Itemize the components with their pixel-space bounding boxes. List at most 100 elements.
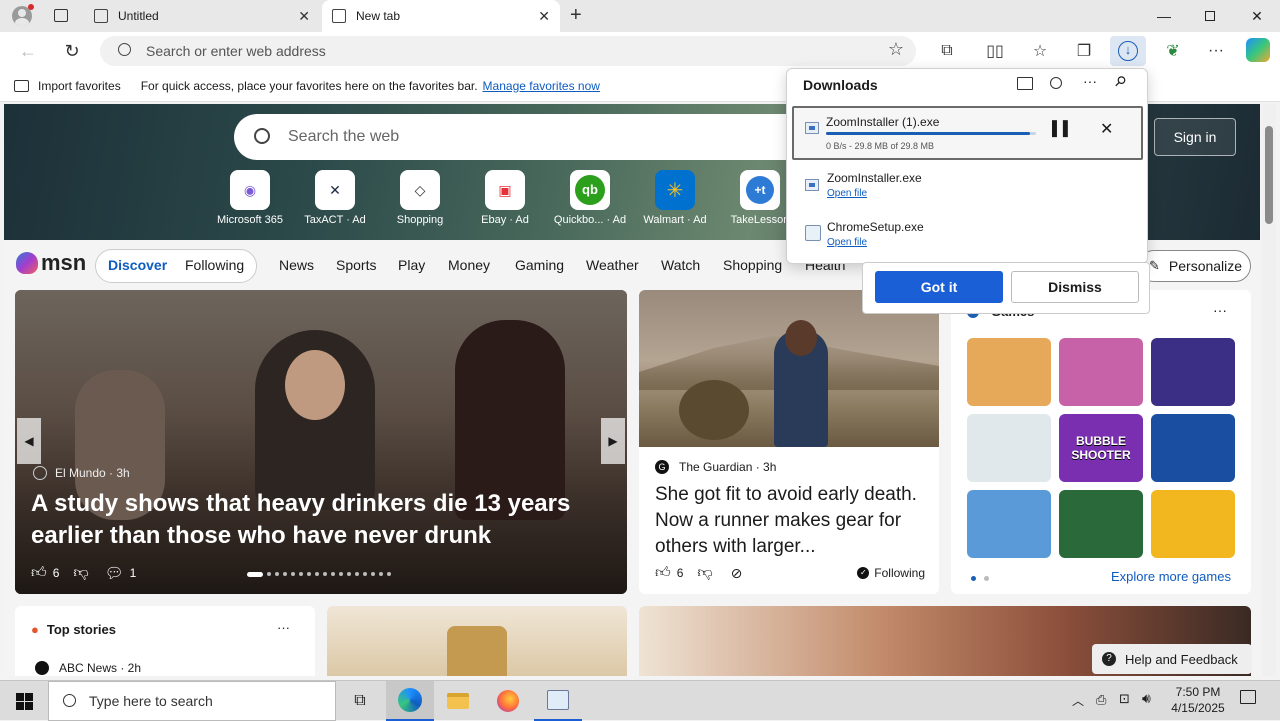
hero-story-card[interactable]: ◀ ▶ El Mundo · 3h A study shows that hea…	[15, 290, 627, 594]
download-item-active[interactable]: ZoomInstaller (1).exe 0 B/s - 29.8 MB of…	[792, 106, 1143, 160]
network-icon[interactable]: ⊡	[1119, 691, 1130, 707]
nav-news[interactable]: News	[279, 257, 314, 273]
game-tile-wood-puzzle[interactable]	[967, 338, 1051, 406]
like-icon[interactable]: 👍︎	[655, 564, 671, 582]
device-icon[interactable]: ⎙	[1096, 692, 1106, 708]
close-window-button[interactable]: ✕	[1234, 0, 1280, 32]
favorite-star-icon[interactable]: ☆	[888, 39, 904, 60]
collections-icon[interactable]: ❐	[1073, 40, 1095, 62]
msn-logo[interactable]: msn	[16, 250, 86, 276]
notification-center-icon[interactable]	[1240, 690, 1256, 704]
carousel-dots[interactable]	[247, 572, 407, 578]
game-tile-makeup[interactable]	[1059, 338, 1143, 406]
copilot-icon[interactable]	[1246, 38, 1270, 62]
refresh-icon[interactable]: ↻	[61, 40, 83, 62]
clock[interactable]: 7:50 PM 4/15/2025	[1166, 684, 1230, 716]
pause-icon[interactable]: ▌▌	[1052, 120, 1074, 136]
quick-link-walmart[interactable]: ✳ Walmart · Ad	[633, 170, 717, 226]
side-story-headline[interactable]: She got fit to avoid early death. Now a …	[655, 482, 927, 560]
taskbar-search[interactable]: Type here to search	[48, 681, 336, 721]
search-downloads-icon[interactable]	[1050, 77, 1062, 89]
hide-story-icon[interactable]: ⊘	[731, 565, 743, 582]
sign-in-button[interactable]: Sign in	[1154, 118, 1236, 156]
quick-link-microsoft365[interactable]: ◉ Microsoft 365	[208, 170, 292, 226]
close-tab-icon[interactable]: ✕	[298, 8, 310, 25]
like-icon[interactable]: 👍︎	[31, 564, 47, 582]
extensions-icon[interactable]: ⧉	[936, 40, 958, 62]
quick-link-quickbooks[interactable]: qb Quickbo... · Ad	[548, 170, 632, 226]
dislike-icon[interactable]: 👎︎	[697, 564, 712, 582]
start-button[interactable]	[0, 681, 48, 721]
games-more-icon[interactable]: ···	[1213, 302, 1227, 318]
new-tab-button[interactable]: +	[570, 4, 590, 26]
dismiss-button[interactable]: Dismiss	[1011, 271, 1139, 303]
page-scrollbar[interactable]	[1262, 104, 1276, 676]
file-explorer-taskbar-app[interactable]	[434, 681, 482, 721]
restore-button[interactable]	[1187, 0, 1233, 32]
installer-taskbar-app[interactable]	[534, 681, 582, 721]
back-icon[interactable]: ←	[17, 40, 39, 62]
tab-untitled[interactable]: Untitled ✕	[84, 0, 320, 32]
task-view-button[interactable]: ⧉	[336, 681, 384, 721]
more-menu-icon[interactable]: ···	[1205, 40, 1227, 62]
explore-more-games-link[interactable]: Explore more games	[1111, 569, 1231, 584]
pin-icon[interactable]: ⚲	[1110, 72, 1130, 91]
open-file-link[interactable]: Open file	[827, 188, 867, 199]
open-file-link[interactable]: Open file	[827, 237, 867, 248]
minimize-button[interactable]: —	[1141, 0, 1187, 32]
nav-shopping[interactable]: Shopping	[723, 257, 782, 273]
tab-actions-icon[interactable]	[54, 9, 68, 22]
download-item[interactable]: ChromeSetup.exe Open file	[792, 216, 1143, 260]
game-tile-bubble-shooter[interactable]: BUBBLE SHOOTER	[1059, 414, 1143, 482]
game-tile-cube[interactable]	[1151, 490, 1235, 558]
side-story-card[interactable]: G The Guardian · 3h She got fit to avoid…	[639, 290, 939, 594]
cancel-download-icon[interactable]: ✕	[1100, 119, 1113, 139]
tab-new-tab[interactable]: New tab ✕	[322, 0, 560, 32]
quick-link-taxact[interactable]: ✕ TaxACT · Ad	[293, 170, 377, 226]
game-tile-jewels[interactable]	[1151, 338, 1235, 406]
import-favorites-button[interactable]: Import favorites	[38, 79, 121, 93]
nav-gaming[interactable]: Gaming	[515, 257, 564, 273]
game-tile-blocks[interactable]	[1151, 414, 1235, 482]
nav-weather[interactable]: Weather	[586, 257, 639, 273]
game-tile-mahjong[interactable]	[1059, 490, 1143, 558]
comment-icon[interactable]: 💬︎	[105, 564, 124, 582]
game-tile-hospital[interactable]	[967, 414, 1051, 482]
nav-money[interactable]: Money	[448, 257, 490, 273]
show-hidden-icons[interactable]: ︿	[1072, 692, 1084, 709]
web-search-box[interactable]: Search the web	[234, 114, 834, 160]
open-folder-icon[interactable]	[1017, 77, 1033, 90]
shopping-tag-icon: ◇	[400, 170, 440, 210]
carousel-next-button[interactable]: ▶	[601, 418, 625, 464]
carousel-prev-button[interactable]: ◀	[17, 418, 41, 464]
got-it-button[interactable]: Got it	[875, 271, 1003, 303]
favorites-icon[interactable]: ☆	[1029, 40, 1051, 62]
games-carousel-dots[interactable]	[971, 576, 989, 581]
coins-story-card[interactable]	[327, 606, 627, 676]
help-feedback-button[interactable]: ? Help and Feedback	[1092, 644, 1252, 674]
address-bar[interactable]: Search or enter web address ☆	[100, 36, 916, 66]
top-stories-more-icon[interactable]: ···	[277, 620, 290, 635]
nav-sports[interactable]: Sports	[336, 257, 376, 273]
download-item[interactable]: ZoomInstaller.exe Open file	[792, 167, 1143, 211]
quick-link-shopping[interactable]: ◇ Shopping	[378, 170, 462, 226]
dislike-icon[interactable]: 👎︎	[73, 564, 88, 582]
split-screen-icon[interactable]: ▯▯	[984, 40, 1006, 62]
volume-icon[interactable]: 🔊︎	[1142, 690, 1151, 707]
nav-following[interactable]: Following	[185, 257, 244, 273]
edge-taskbar-app[interactable]	[386, 681, 434, 721]
firefox-taskbar-app[interactable]	[484, 681, 532, 721]
nav-play[interactable]: Play	[398, 257, 425, 273]
close-tab-icon[interactable]: ✕	[538, 8, 550, 25]
manage-favorites-link[interactable]: Manage favorites now	[483, 79, 600, 93]
personalize-button[interactable]: ✎ Personalize	[1138, 250, 1251, 282]
performance-icon[interactable]: ❦	[1162, 40, 1184, 62]
quick-link-ebay[interactable]: ▣ Ebay · Ad	[463, 170, 547, 226]
nav-watch[interactable]: Watch	[661, 257, 700, 273]
downloads-icon[interactable]: ↓	[1110, 36, 1146, 66]
following-badge[interactable]: ✓ Following	[857, 566, 925, 580]
game-tile-character[interactable]	[967, 490, 1051, 558]
nav-discover[interactable]: Discover	[108, 257, 167, 273]
downloads-more-icon[interactable]: ···	[1083, 73, 1097, 89]
hero-story-headline[interactable]: A study shows that heavy drinkers die 13…	[31, 488, 591, 552]
